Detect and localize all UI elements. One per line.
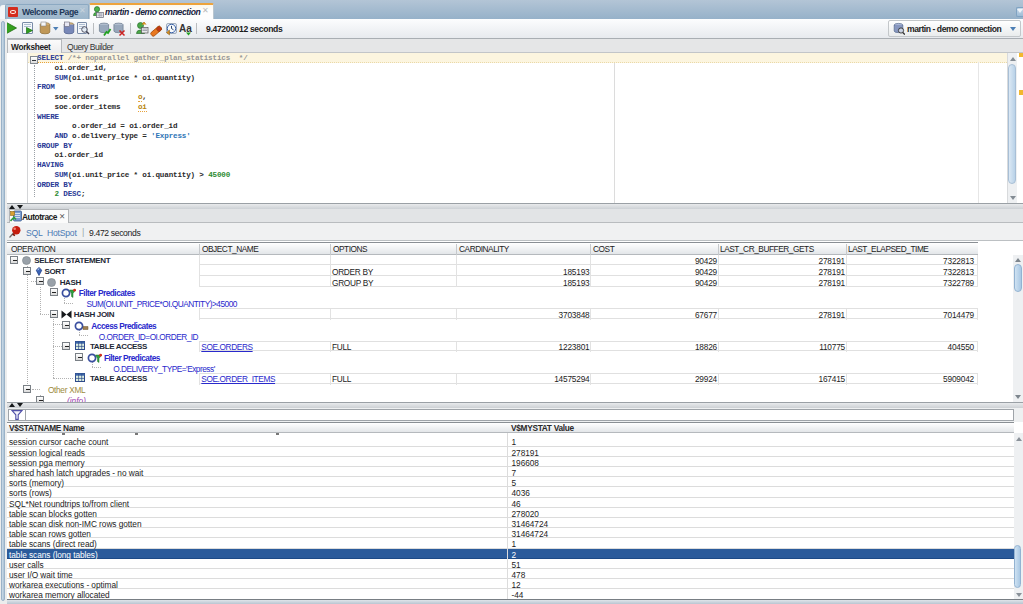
svg-text:Aa: Aa (179, 23, 192, 34)
